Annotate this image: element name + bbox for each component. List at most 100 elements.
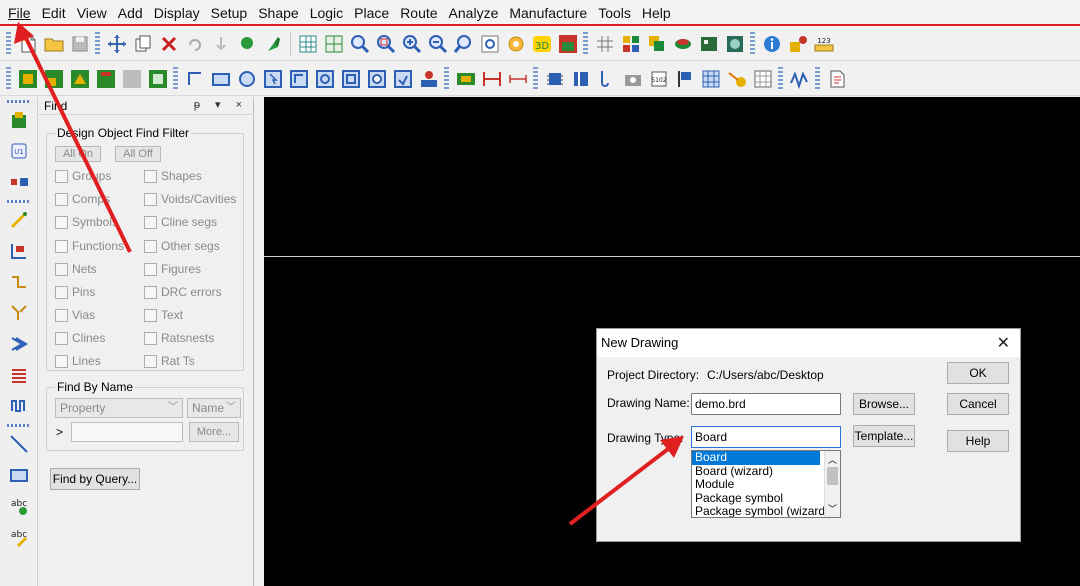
slide-icon[interactable]: [4, 236, 34, 266]
checkbox-cline-segs[interactable]: Cline segs: [144, 215, 217, 229]
toolbar-grip[interactable]: [6, 31, 11, 56]
fanout-icon[interactable]: [4, 298, 34, 328]
checkbox-ratsnests[interactable]: Ratsnests: [144, 331, 214, 345]
zoom-in-icon[interactable]: [399, 30, 425, 58]
line-icon[interactable]: [182, 65, 208, 93]
diff-pair-icon[interactable]: [4, 329, 34, 359]
add-text-icon[interactable]: abc: [4, 491, 34, 521]
save-icon[interactable]: [67, 30, 93, 58]
toolbar-grip[interactable]: [533, 66, 538, 91]
grid-icon[interactable]: [295, 30, 321, 58]
menu-display[interactable]: Display: [150, 0, 207, 26]
add-rect-icon[interactable]: [4, 460, 34, 490]
drc-icon[interactable]: [568, 65, 594, 93]
measure-line-icon[interactable]: [505, 65, 531, 93]
grid-dots-icon[interactable]: [750, 65, 776, 93]
menu-tools[interactable]: Tools: [594, 0, 638, 26]
checkbox-lines[interactable]: Lines: [55, 354, 101, 368]
type-option-board-wizard[interactable]: Board (wizard): [692, 464, 840, 479]
toolbar-grip[interactable]: [815, 66, 820, 91]
layer-5-icon[interactable]: [119, 65, 145, 93]
checkbox-voids-cavities[interactable]: Voids/Cavities: [144, 192, 236, 206]
sweep-icon[interactable]: 5102: [646, 65, 672, 93]
add-line-icon[interactable]: [4, 429, 34, 459]
drawing-name-input[interactable]: demo.brd: [691, 393, 841, 415]
checkbox-nets[interactable]: Nets: [55, 262, 97, 276]
3d-view-icon[interactable]: 3D: [529, 30, 555, 58]
scroll-up-icon[interactable]: ︿: [828, 453, 837, 466]
menu-setup[interactable]: Setup: [207, 0, 255, 26]
new-file-icon[interactable]: [15, 30, 41, 58]
checkbox-other-segs[interactable]: Other segs: [144, 239, 220, 253]
menu-edit[interactable]: Edit: [38, 0, 73, 26]
checkbox-drc-errors[interactable]: DRC errors: [144, 285, 222, 299]
menu-shape[interactable]: Shape: [254, 0, 305, 26]
checkbox-clines[interactable]: Clines: [55, 331, 105, 345]
menu-route[interactable]: Route: [396, 0, 444, 26]
layer-2-icon[interactable]: [41, 65, 67, 93]
menu-view[interactable]: View: [73, 0, 114, 26]
checkbox-text[interactable]: Text: [144, 308, 183, 322]
redo-icon[interactable]: [208, 30, 234, 58]
info-icon[interactable]: [759, 30, 785, 58]
vertical-toolbar-grip[interactable]: [6, 100, 31, 103]
panel-controls[interactable]: ᵽ ▾ ×: [194, 98, 248, 111]
chip-icon[interactable]: [542, 65, 568, 93]
checkbox-groups[interactable]: Groups: [55, 169, 111, 183]
toolbar-grip[interactable]: [778, 66, 783, 91]
connector-icon[interactable]: [4, 167, 34, 197]
place-manual-icon[interactable]: [4, 105, 34, 135]
flag-icon[interactable]: [672, 65, 698, 93]
open-folder-icon[interactable]: [41, 30, 67, 58]
board-icon[interactable]: [696, 30, 722, 58]
matrix-icon[interactable]: [698, 65, 724, 93]
shape-icon[interactable]: [286, 65, 312, 93]
ok-button[interactable]: OK: [947, 362, 1009, 384]
name-select[interactable]: Name ﹀: [187, 398, 241, 418]
menu-analyze[interactable]: Analyze: [445, 0, 506, 26]
menu-place[interactable]: Place: [350, 0, 396, 26]
layers-icon[interactable]: [644, 30, 670, 58]
pin-icon[interactable]: [234, 30, 260, 58]
round-square-icon[interactable]: [364, 65, 390, 93]
waveform-icon[interactable]: [787, 65, 813, 93]
zoom-points-icon[interactable]: [373, 30, 399, 58]
page-icon[interactable]: [824, 65, 850, 93]
all-off-button[interactable]: All Off: [115, 146, 161, 162]
layer-4-icon[interactable]: [93, 65, 119, 93]
close-icon[interactable]: ✕: [997, 333, 1010, 353]
gloss-icon[interactable]: [4, 360, 34, 390]
menu-help[interactable]: Help: [638, 0, 678, 26]
snap-icon[interactable]: [260, 30, 286, 58]
zoom-world-icon[interactable]: [477, 30, 503, 58]
toolbar-grip[interactable]: [583, 31, 588, 56]
type-option-module[interactable]: Module: [692, 477, 840, 492]
rectangle-icon[interactable]: [208, 65, 234, 93]
component-u1-icon[interactable]: U1: [4, 136, 34, 166]
browse-button[interactable]: Browse...: [853, 393, 915, 415]
camera-icon[interactable]: [620, 65, 646, 93]
color-icon[interactable]: [618, 30, 644, 58]
vertical-toolbar-grip[interactable]: [6, 424, 31, 427]
toolbar-grip[interactable]: [95, 31, 100, 56]
key-icon[interactable]: [724, 65, 750, 93]
edit-text-icon[interactable]: abc: [4, 522, 34, 552]
toolbar-grip[interactable]: [6, 66, 11, 91]
component-icon[interactable]: [453, 65, 479, 93]
drawing-type-select[interactable]: Board: [691, 426, 841, 448]
more-button[interactable]: More...: [189, 422, 239, 442]
square-icon[interactable]: [338, 65, 364, 93]
help-button[interactable]: Help: [947, 430, 1009, 452]
measure-icon[interactable]: [785, 30, 811, 58]
menu-logic[interactable]: Logic: [306, 0, 350, 26]
delete-icon[interactable]: [156, 30, 182, 58]
zoom-previous-icon[interactable]: [451, 30, 477, 58]
copy-icon[interactable]: [130, 30, 156, 58]
display-icon[interactable]: [670, 30, 696, 58]
type-option-board[interactable]: Board: [692, 451, 820, 465]
find-name-input[interactable]: [71, 422, 183, 442]
checkbox-functions[interactable]: Functions: [55, 239, 124, 253]
add-connect-icon[interactable]: [4, 205, 34, 235]
template-button[interactable]: Template...: [853, 425, 915, 447]
checkbox-pins[interactable]: Pins: [55, 285, 95, 299]
